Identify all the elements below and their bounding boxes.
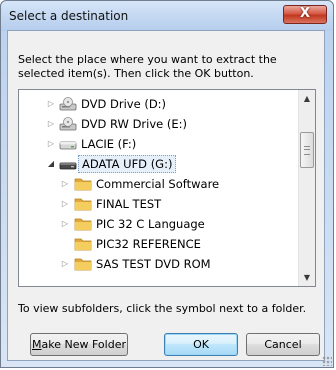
hint-text: To view subfolders, click the symbol nex…: [18, 302, 307, 315]
tree-item-dvd-rw-drive[interactable]: ▷ DVD RW Drive (E:): [19, 114, 298, 134]
close-icon: X: [299, 6, 311, 21]
scroll-down-button[interactable]: ▼: [299, 269, 315, 286]
expand-arrow-icon[interactable]: ▷: [46, 94, 56, 114]
tree-item-label: LACIE (F:): [81, 137, 137, 151]
instruction-text: Select the place where you want to extra…: [18, 53, 277, 80]
tree-item-label: DVD RW Drive (E:): [81, 117, 188, 131]
accelerator-key: M: [32, 338, 42, 351]
folder-icon: [74, 218, 92, 231]
window-title: Select a destination: [9, 9, 129, 23]
tree-item-label: PIC 32 C Language: [96, 217, 205, 231]
folder-icon: [74, 198, 92, 211]
expand-arrow-icon[interactable]: ▷: [46, 134, 56, 154]
scroll-thumb[interactable]: [300, 132, 314, 168]
expand-arrow-icon[interactable]: ▷: [60, 194, 70, 214]
resize-grip-icon[interactable]: [322, 356, 332, 366]
scroll-down-icon: ▼: [303, 273, 311, 282]
collapse-arrow-icon[interactable]: ◢: [46, 154, 56, 174]
tree-item-label: FINAL TEST: [96, 197, 162, 211]
tree-item-label: DVD Drive (D:): [81, 97, 167, 111]
folder-icon: [74, 258, 92, 271]
cancel-button[interactable]: Cancel: [246, 333, 320, 356]
tree-item-adata-ufd[interactable]: ◢ ADATA UFD (G:): [19, 154, 298, 174]
scroll-up-button[interactable]: ▲: [299, 90, 315, 107]
tree-item-label: PIC32 REFERENCE: [96, 237, 201, 251]
button-label: Cancel: [264, 338, 302, 351]
dvd-drive-icon: [59, 97, 77, 111]
tree-item-label: Commercial Software: [96, 177, 220, 191]
vertical-scrollbar[interactable]: ▲ ▼: [298, 90, 315, 286]
usb-drive-icon: [59, 162, 77, 170]
folder-icon: [74, 238, 92, 251]
folder-icon: [74, 178, 92, 191]
tree-item-label: ADATA UFD (G:): [78, 155, 177, 173]
ok-button[interactable]: OK: [164, 333, 238, 356]
make-new-folder-button[interactable]: Make New Folder: [30, 333, 128, 356]
button-label: ake New Folder: [41, 338, 126, 351]
tree-item-lacie[interactable]: ▷ LACIE (F:): [19, 134, 298, 154]
expand-arrow-icon[interactable]: ▷: [46, 114, 56, 134]
button-label: OK: [193, 338, 209, 351]
folder-tree[interactable]: ▷ DVD Drive (D:) ▷ DVD RW Drive (E:) ▷ L…: [18, 89, 316, 287]
scroll-up-icon: ▲: [303, 94, 311, 103]
title-bar[interactable]: Select a destination X: [1, 1, 333, 31]
tree-item-pic32-reference[interactable]: PIC32 REFERENCE: [19, 234, 298, 254]
removable-drive-icon: [59, 141, 77, 150]
expand-arrow-icon[interactable]: ▷: [60, 254, 70, 274]
dvd-rw-drive-icon: [59, 117, 77, 131]
tree-item-commercial-software[interactable]: ▷ Commercial Software: [19, 174, 298, 194]
tree-item-sas-test-dvd-rom[interactable]: ▷ SAS TEST DVD ROM: [19, 254, 298, 274]
tree-item-pic32-c-language[interactable]: ▷ PIC 32 C Language: [19, 214, 298, 234]
tree-item-final-test[interactable]: ▷ FINAL TEST: [19, 194, 298, 214]
grip-icon: [304, 146, 310, 155]
close-button[interactable]: X: [283, 5, 327, 24]
tree-item-label: SAS TEST DVD ROM: [96, 257, 211, 271]
expand-arrow-icon[interactable]: ▷: [60, 214, 70, 234]
expand-arrow-icon[interactable]: ▷: [60, 174, 70, 194]
tree-item-dvd-drive[interactable]: ▷ DVD Drive (D:): [19, 94, 298, 114]
